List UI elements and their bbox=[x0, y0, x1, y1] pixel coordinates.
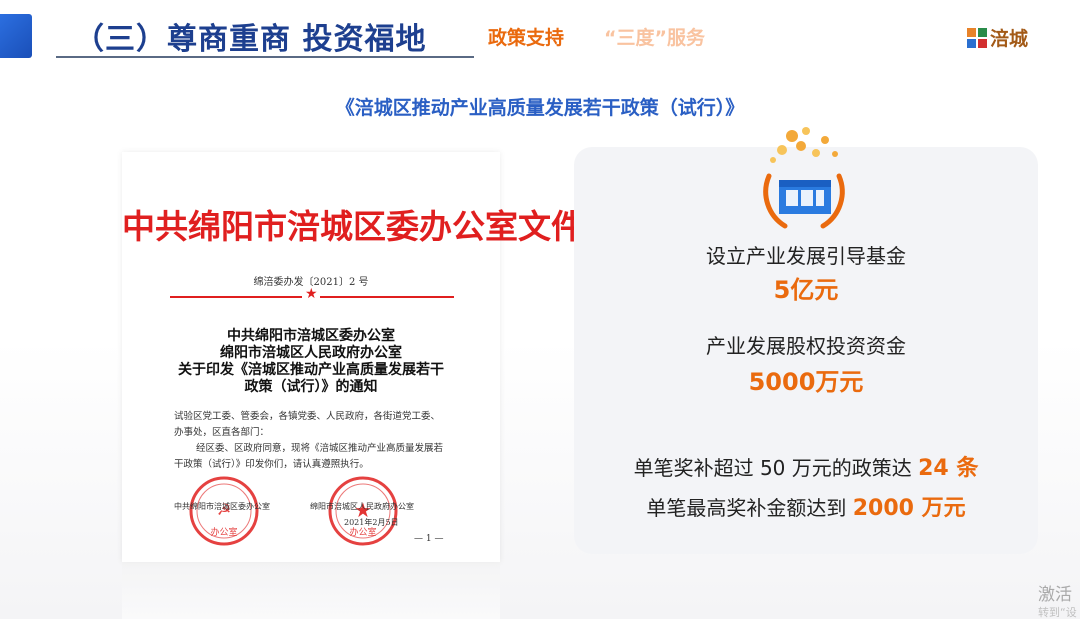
fund-coins-icon bbox=[763, 127, 845, 229]
section-tab-marker bbox=[0, 14, 32, 58]
document-page-number: — 1 — bbox=[414, 534, 444, 544]
fucheng-logo-icon bbox=[967, 27, 987, 48]
document-title-line: 政策（试行）》的通知 bbox=[244, 379, 378, 395]
title-underline bbox=[56, 56, 474, 58]
document-date: 2021年2月5日 bbox=[344, 518, 399, 527]
policy-support-tag: 政策支持 bbox=[488, 27, 565, 49]
policy-count-line: 单笔奖补超过 50 万元的政策达 24 条 bbox=[574, 450, 1038, 482]
max-award-value: 2000 万元 bbox=[852, 496, 966, 521]
policy-count-label: 单笔奖补超过 50 万元的政策达 bbox=[633, 456, 912, 480]
service-tag: “三度”服务 bbox=[604, 27, 705, 49]
svg-text:办公室: 办公室 bbox=[210, 526, 237, 538]
document-body-line: 试验区党工委、管委会，各镇党委、人民政府，各街道党工委、 bbox=[174, 411, 441, 422]
max-award-label: 单笔最高奖补金额达到 bbox=[646, 496, 847, 520]
official-document-image: 中共绵阳市涪城区委办公室文件 绵涪委办发〔2021〕2 号 ★ 中共绵阳市涪城区… bbox=[122, 152, 584, 562]
equity-fund-label: 产业发展股权投资资金 bbox=[706, 334, 906, 358]
red-rule-right bbox=[320, 296, 454, 298]
document-body-line: 办事处，区直各部门： bbox=[174, 427, 270, 438]
logo-text: 涪城 bbox=[990, 28, 1029, 50]
max-award-line: 单笔最高奖补金额达到 2000 万元 bbox=[574, 490, 1038, 522]
signature-right: 绵阳市涪城区人民政府办公室 bbox=[310, 502, 414, 511]
signature-left: 中共绵阳市涪城区委办公室 bbox=[174, 502, 270, 511]
page-title: （三）尊商重商 投资福地 bbox=[74, 22, 427, 57]
guide-fund-label: 设立产业发展引导基金 bbox=[706, 244, 906, 268]
red-rule-left bbox=[170, 296, 302, 298]
document-body-line: 干政策（试行）》印发你们，请认真遵照执行。 bbox=[174, 459, 369, 470]
guide-fund-value: 5亿元 bbox=[773, 276, 839, 304]
policy-count-value: 24 条 bbox=[918, 456, 979, 481]
document-body-line: 经区委、区政府同意，现将《涪城区推动产业高质量发展若 bbox=[196, 443, 444, 454]
equity-fund-value: 5000万元 bbox=[748, 368, 864, 396]
activation-watermark: 激活 bbox=[1038, 585, 1072, 605]
activation-watermark-sub: 转到“设 bbox=[1038, 606, 1077, 619]
document-red-header: 中共绵阳市涪城区委办公室文件 bbox=[122, 207, 584, 246]
red-star-icon: ★ bbox=[305, 286, 318, 302]
fucheng-logo: 涪城 bbox=[966, 24, 1028, 51]
document-reflection bbox=[122, 562, 500, 619]
policy-document-title: 《涪城区推动产业高质量发展若干政策（试行）》 bbox=[335, 97, 745, 119]
